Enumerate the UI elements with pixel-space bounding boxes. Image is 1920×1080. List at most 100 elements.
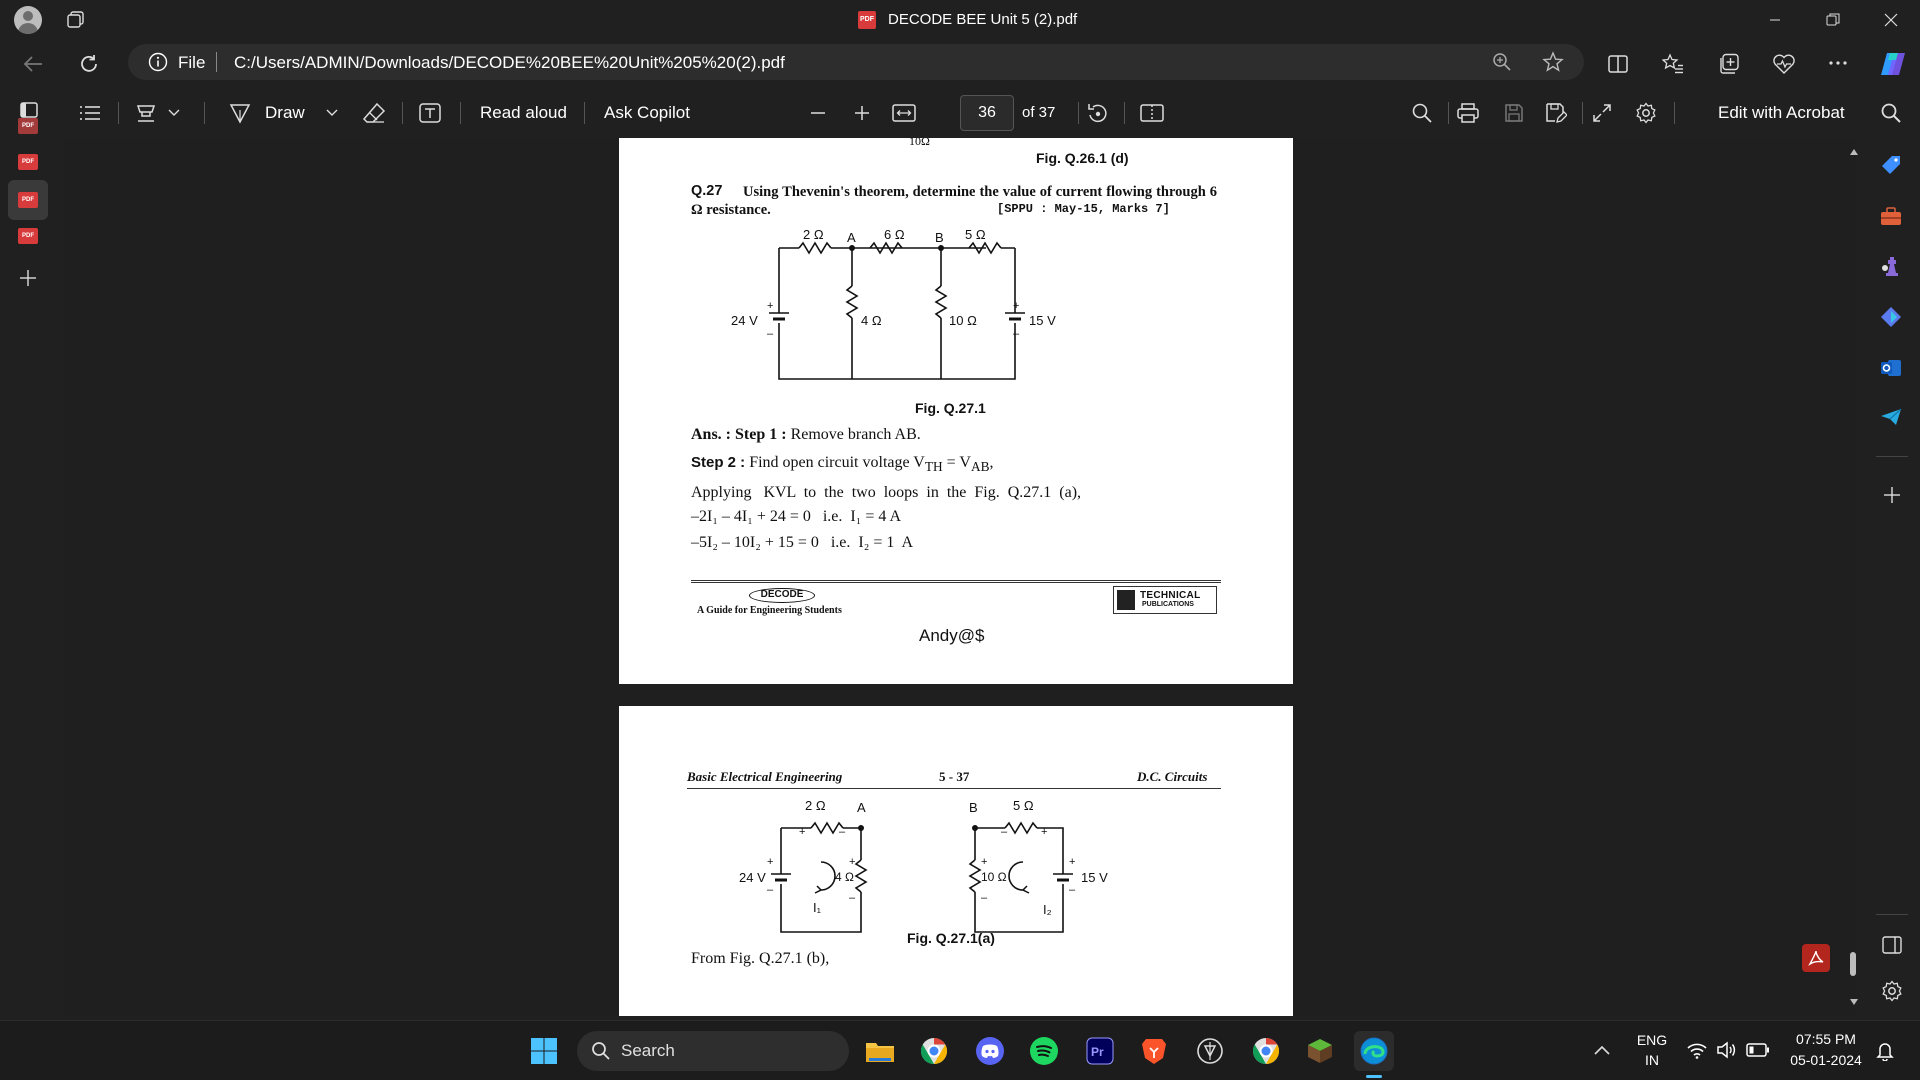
copilot-icon[interactable] <box>1878 49 1908 79</box>
pdf-tab-icon[interactable]: PDF <box>18 154 38 170</box>
zoom-icon[interactable] <box>1492 52 1512 72</box>
premiere-pro-icon[interactable]: Pr <box>1080 1031 1120 1071</box>
clock-time[interactable]: 07:55 PM <box>1786 1031 1866 1047</box>
wifi-icon[interactable] <box>1686 1041 1708 1059</box>
label-node-b: B <box>969 800 978 815</box>
settings-gear-icon[interactable] <box>1632 99 1660 127</box>
loop-current-i2-arrow <box>1008 861 1024 891</box>
copilot-sidebar-icon[interactable] <box>1880 306 1902 328</box>
scroll-up-arrow-icon[interactable] <box>1849 148 1859 156</box>
draw-pen-icon[interactable] <box>226 99 254 127</box>
page-number-input[interactable]: 36 <box>960 95 1014 131</box>
rotate-icon[interactable] <box>1084 99 1112 127</box>
taskbar-search-box[interactable]: Search <box>577 1031 849 1071</box>
profile-avatar-icon[interactable] <box>14 6 42 34</box>
search-icon[interactable] <box>1880 102 1902 124</box>
pdf-tab-icon[interactable]: PDF <box>18 118 38 134</box>
edge-browser-icon[interactable] <box>1354 1031 1394 1071</box>
split-screen-icon[interactable] <box>1608 54 1628 74</box>
eraser-icon[interactable] <box>360 99 388 127</box>
vertical-scrollbar[interactable] <box>1846 140 1860 1010</box>
question-reference: [SPPU : May-15, Marks 7] <box>997 202 1170 216</box>
sidebar-divider <box>1876 456 1908 457</box>
toolbar-separator <box>402 102 403 124</box>
file-explorer-icon[interactable] <box>860 1031 900 1071</box>
collections-icon[interactable] <box>1718 53 1740 75</box>
tab-actions-icon[interactable] <box>20 102 38 118</box>
table-of-contents-icon[interactable] <box>76 99 104 127</box>
zoom-in-icon[interactable] <box>848 99 876 127</box>
technical-publications-logo: TECHNICAL PUBLICATIONS <box>1113 586 1217 614</box>
equation-2: –5I₂ – 10I₂ + 15 = 0 i.e. I₂ = 1 A <box>691 534 914 551</box>
url-text[interactable]: C:/Users/ADMIN/Downloads/DECODE%20BEE%20… <box>234 53 785 73</box>
pdf-tab-icon[interactable]: PDF <box>18 192 38 208</box>
add-sidebar-app-icon[interactable] <box>1883 486 1901 504</box>
info-icon[interactable] <box>148 52 168 72</box>
close-window-button[interactable] <box>1868 0 1914 40</box>
windows-start-icon[interactable] <box>524 1031 564 1071</box>
publisher-line-1: TECHNICAL <box>1140 590 1201 601</box>
label-v2: 15 V <box>1081 870 1108 885</box>
toolbar-separator <box>1582 102 1583 124</box>
draw-button[interactable]: Draw <box>265 103 305 123</box>
chevron-down-icon[interactable] <box>318 99 346 127</box>
openai-icon[interactable] <box>1190 1031 1230 1071</box>
search-in-document-icon[interactable] <box>1408 99 1436 127</box>
restore-button[interactable] <box>1810 0 1856 40</box>
volume-icon[interactable] <box>1716 1041 1738 1059</box>
chrome-dev-icon[interactable] <box>914 1031 954 1071</box>
highlight-icon[interactable] <box>132 99 160 127</box>
hide-sidebar-icon[interactable] <box>1882 936 1902 954</box>
favorites-icon[interactable] <box>1662 53 1684 75</box>
print-icon[interactable] <box>1454 99 1482 127</box>
battery-icon[interactable] <box>1746 1042 1770 1058</box>
favorite-star-icon[interactable] <box>1542 51 1564 73</box>
save-icon[interactable] <box>1500 99 1528 127</box>
footer-tagline: A Guide for Engineering Students <box>697 605 842 616</box>
clock-date[interactable]: 05-01-2024 <box>1786 1052 1866 1068</box>
discord-icon[interactable] <box>970 1031 1010 1071</box>
address-bar[interactable]: File C:/Users/ADMIN/Downloads/DECODE%20B… <box>128 44 1584 80</box>
fit-width-icon[interactable] <box>890 99 918 127</box>
spotify-icon[interactable] <box>1024 1031 1064 1071</box>
scrollbar-thumb[interactable] <box>1850 952 1856 976</box>
read-aloud-button[interactable]: Read aloud <box>480 103 567 123</box>
save-as-icon[interactable] <box>1542 99 1570 127</box>
acrobat-button[interactable] <box>1802 944 1830 972</box>
chevron-down-icon[interactable] <box>160 99 188 127</box>
add-text-icon[interactable] <box>416 99 444 127</box>
fullscreen-icon[interactable] <box>1588 99 1616 127</box>
scroll-down-arrow-icon[interactable] <box>1849 998 1859 1006</box>
page-header-center: 5 - 37 <box>939 769 970 784</box>
shopping-tag-icon[interactable] <box>1880 154 1902 176</box>
language-indicator-line1[interactable]: ENG <box>1634 1032 1670 1048</box>
tools-briefcase-icon[interactable] <box>1880 206 1902 226</box>
edit-with-acrobat-button[interactable]: Edit with Acrobat <box>1718 103 1845 123</box>
page-view-icon[interactable] <box>1138 99 1166 127</box>
show-hidden-icons-chevron-icon[interactable] <box>1594 1045 1610 1055</box>
zoom-out-icon[interactable] <box>804 99 832 127</box>
sidebar-settings-gear-icon[interactable] <box>1881 980 1903 1002</box>
resistor-4ohm <box>845 285 859 319</box>
outlook-icon[interactable] <box>1880 358 1902 378</box>
step2-text: Find open circuit voltage V <box>749 454 925 471</box>
games-chess-icon[interactable] <box>1880 254 1902 278</box>
pdf-viewer[interactable]: 10Ω Fig. Q.26.1 (d) Q.27 Using Thevenin'… <box>64 138 1856 1016</box>
refresh-icon[interactable] <box>78 53 100 75</box>
minecraft-icon[interactable] <box>1300 1031 1340 1071</box>
ask-copilot-button[interactable]: Ask Copilot <box>604 103 690 123</box>
language-indicator-line2[interactable]: IN <box>1634 1052 1670 1068</box>
publisher-line-2: PUBLICATIONS <box>1142 601 1194 608</box>
chrome-icon[interactable] <box>1246 1031 1286 1071</box>
pdf-tab-icon[interactable]: PDF <box>18 228 38 244</box>
workspaces-icon[interactable] <box>66 10 86 30</box>
send-telegram-icon[interactable] <box>1880 408 1902 426</box>
notification-bell-icon[interactable] <box>1876 1041 1894 1061</box>
browser-essentials-icon[interactable] <box>1772 53 1796 75</box>
minimize-button[interactable] <box>1752 0 1798 40</box>
back-arrow-icon[interactable] <box>22 54 44 74</box>
more-options-icon[interactable] <box>1828 60 1848 66</box>
new-tab-icon[interactable] <box>19 269 37 287</box>
previous-figure-caption: Fig. Q.26.1 (d) <box>1036 150 1129 166</box>
brave-browser-icon[interactable] <box>1134 1031 1174 1071</box>
